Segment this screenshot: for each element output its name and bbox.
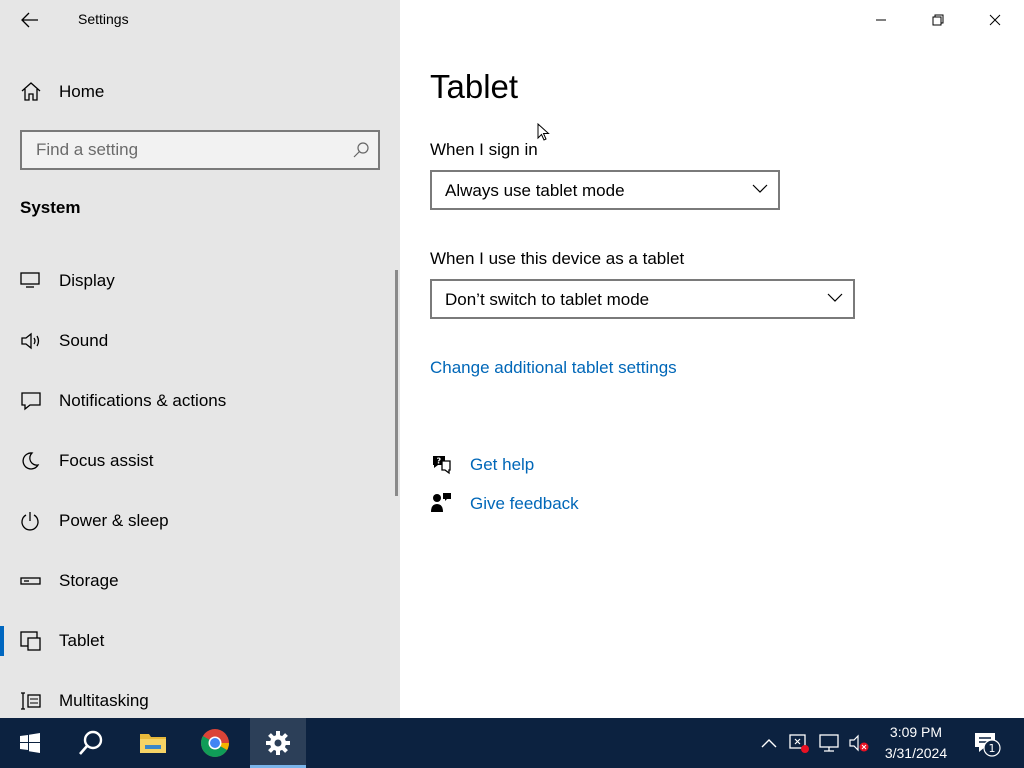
section-heading: System [20,198,81,217]
display-tray-button[interactable] [816,718,842,768]
chevron-down-icon [752,184,768,193]
minimize-icon [876,19,886,21]
sidebar-item-notifications[interactable]: Notifications & actions [0,371,400,431]
sidebar-item-label: Sound [59,331,109,350]
start-button[interactable] [5,718,55,768]
speaker-icon [21,332,40,350]
multitasking-icon [21,692,41,710]
sidebar-item-power-sleep[interactable]: Power & sleep [0,491,400,551]
back-arrow-icon [21,12,38,28]
give-feedback-row[interactable]: Give feedback [430,490,650,518]
chevron-up-icon [761,739,777,748]
taskbar-search-button[interactable] [66,718,116,768]
get-help-link[interactable]: Get help [470,455,534,475]
home-icon [21,82,41,101]
back-button[interactable] [10,4,50,36]
power-icon [21,512,39,531]
give-feedback-link[interactable]: Give feedback [470,494,579,514]
sidebar-item-storage[interactable]: Storage [0,551,400,611]
tablet-use-label: When I use this device as a tablet [430,249,685,268]
sign-in-selected-value: Always use tablet mode [445,181,625,200]
folder-icon [140,734,166,753]
give-feedback-icon [431,493,451,512]
storage-icon [20,577,41,585]
sidebar-item-tablet[interactable]: Tablet [0,611,400,671]
network-error-icon [789,734,809,753]
tablet-use-dropdown[interactable]: Don’t switch to tablet mode [430,279,855,319]
file-explorer-button[interactable] [128,718,178,768]
sidebar-scrollbar[interactable] [395,270,398,496]
sidebar-item-label: Tablet [59,631,105,650]
notification-count-badge: 1 [983,739,1001,757]
sidebar-item-label: Focus assist [59,451,154,470]
sidebar-item-multitasking[interactable]: Multitasking [0,671,400,718]
volume-button[interactable] [846,718,872,768]
sidebar-item-sound[interactable]: Sound [0,311,400,371]
home-label: Home [59,82,105,101]
settings-taskbar-button[interactable] [250,718,306,768]
sidebar-item-label: Display [59,271,115,290]
sidebar-nav: Display Sound Notifications & actions Fo… [0,251,400,718]
chrome-icon [201,729,229,757]
chrome-button[interactable] [190,718,240,768]
close-icon [989,14,1001,26]
windows-logo-icon [20,733,40,753]
settings-content: Tablet When I sign in Always use tablet … [400,0,1024,718]
get-help-row[interactable]: ? Get help [430,451,650,479]
sidebar-item-label: Multitasking [59,691,149,710]
monitor-icon [819,734,839,752]
search-icon[interactable] [352,141,370,159]
moon-icon [22,452,40,470]
get-help-icon: ? [433,456,451,475]
network-status-button[interactable] [786,718,812,768]
chevron-down-icon [827,293,843,302]
notification-count: 1 [989,742,996,755]
search-input[interactable] [22,132,342,168]
volume-muted-icon [849,734,869,752]
app-title: Settings [78,11,129,27]
show-hidden-icons-button[interactable] [757,718,781,768]
minimize-button[interactable] [853,0,909,40]
sign-in-label: When I sign in [430,140,538,159]
tablet-icon [20,631,41,651]
page-title: Tablet [430,68,519,105]
restore-button[interactable] [910,0,966,40]
taskbar: 3:09 PM 3/31/2024 [0,718,1024,768]
notifications-icon [21,392,41,411]
selection-indicator [0,626,4,656]
settings-sidebar: Settings Home System Display Sound [0,0,400,718]
tablet-use-selected-value: Don’t switch to tablet mode [445,290,650,309]
sign-in-dropdown[interactable]: Always use tablet mode [430,170,780,210]
sidebar-item-label: Storage [59,571,119,590]
system-clock[interactable]: 3:09 PM 3/31/2024 [878,722,954,764]
clock-date: 3/31/2024 [884,745,948,761]
sidebar-item-home[interactable]: Home [0,71,400,111]
search-icon [79,730,103,755]
close-button[interactable] [967,0,1023,40]
display-icon [20,272,40,288]
svg-text:?: ? [437,457,442,466]
gear-icon [266,731,290,755]
clock-time: 3:09 PM [889,724,943,740]
sidebar-item-label: Power & sleep [59,511,169,530]
sidebar-item-focus-assist[interactable]: Focus assist [0,431,400,491]
mouse-cursor-icon [537,123,550,141]
sidebar-item-display[interactable]: Display [0,251,400,311]
additional-tablet-settings-link[interactable]: Change additional tablet settings [430,358,677,378]
restore-icon [932,14,944,26]
search-box[interactable] [20,130,380,170]
sidebar-item-label: Notifications & actions [59,391,227,410]
